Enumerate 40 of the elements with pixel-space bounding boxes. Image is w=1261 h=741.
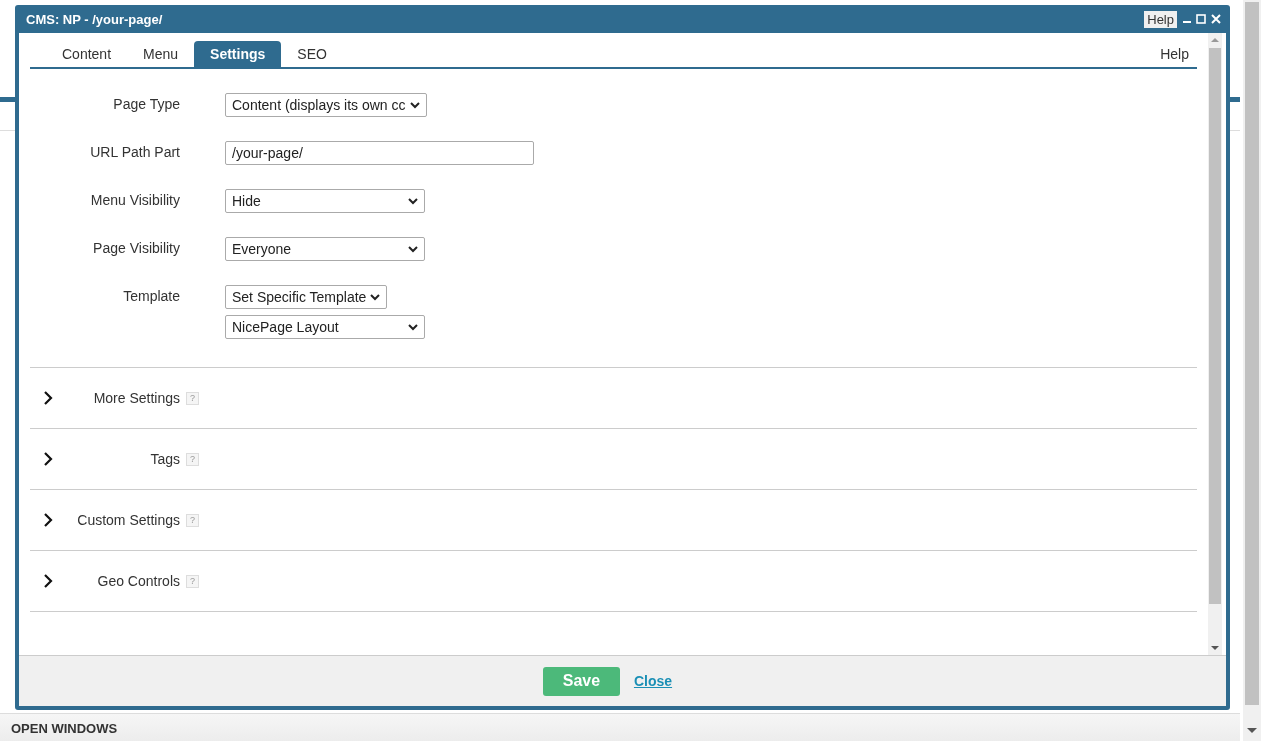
caret-icon [408,245,418,253]
page-scrollbar[interactable] [1243,0,1261,741]
field-label: Menu Visibility [89,191,180,208]
dropdown[interactable]: Set Specific Template [225,285,388,309]
dropdown[interactable]: Hide [225,189,425,213]
dropdown[interactable]: Content (displays its own cc [225,93,427,117]
tab[interactable]: Content [46,41,128,67]
chevron-right-icon [43,452,53,466]
section-label: Custom Settings [76,512,180,528]
caret-icon [370,293,381,301]
caret-icon [408,323,418,331]
maximize-icon[interactable] [1196,14,1206,24]
tab[interactable]: Menu [127,41,195,67]
collapsible-section[interactable]: Custom Settings ? [30,489,1197,550]
scrollbar[interactable] [1208,33,1222,655]
help-button[interactable]: Help [1144,10,1177,28]
dropdown[interactable]: NicePage Layout [225,315,425,339]
open-windows-label: OPEN WINDOWS [11,720,118,736]
chevron-right-icon [43,513,53,527]
field-label: Page Type [112,95,180,112]
section-label: Tags [149,451,180,467]
section-label: More Settings [92,390,180,406]
close-icon[interactable] [1211,14,1221,24]
caret-icon [409,101,420,109]
dropdown[interactable]: Everyone [225,237,425,261]
tab[interactable]: Settings [194,41,282,67]
section-label: Geo Controls [96,573,180,589]
field-label: Template [122,287,180,304]
window-title: CMS: NP - /your-page/ [26,11,164,27]
tab[interactable]: SEO [281,41,343,67]
chevron-right-icon [43,391,53,405]
collapsible-section[interactable]: Geo Controls ? [30,550,1197,611]
caret-icon [408,197,418,205]
field-label: URL Path Part [89,143,180,160]
field-label: Page Visibility [92,239,180,256]
collapsible-section[interactable]: More Settings ? [30,367,1197,428]
chevron-right-icon [43,574,53,588]
help-link[interactable]: Help [1152,41,1197,67]
collapsible-section[interactable]: Tags ? [30,428,1197,489]
url-path-field[interactable]: /your-page/ [225,141,534,165]
